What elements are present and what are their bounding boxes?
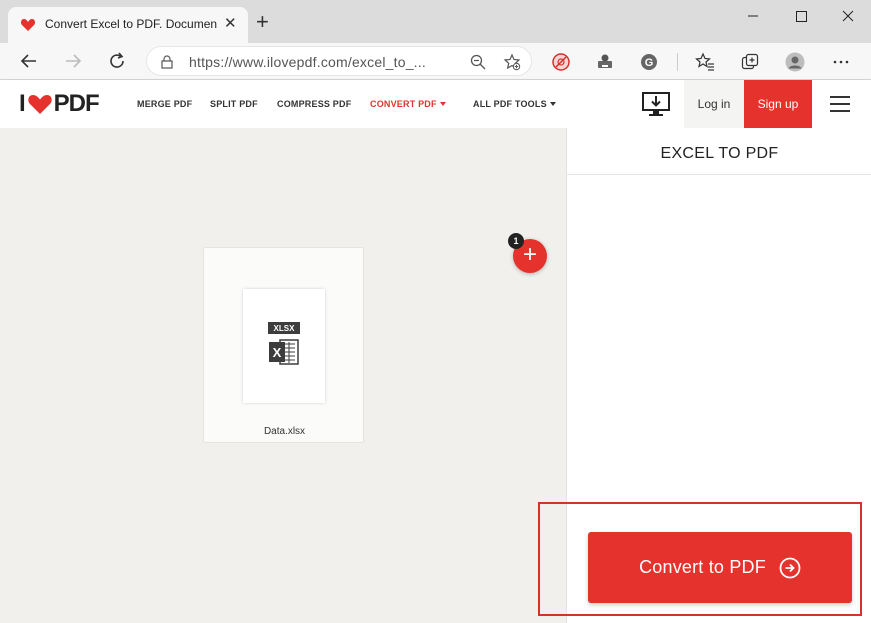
more-options-icon[interactable] <box>831 52 851 72</box>
toolbar-separator <box>677 53 678 71</box>
nav-all-pdf-tools-label: ALL PDF TOOLS <box>473 99 547 109</box>
file-name: Data.xlsx <box>263 426 306 437</box>
add-favorite-icon[interactable] <box>503 53 521 71</box>
logo-prefix: I <box>19 90 26 117</box>
sidebar-divider <box>567 174 871 175</box>
file-workspace: XLSX X Data.xlsx + 1 <box>0 128 566 623</box>
file-count-badge: 1 <box>508 233 524 249</box>
profile-avatar-icon[interactable] <box>785 52 805 72</box>
caret-down-icon <box>439 102 446 106</box>
heart-icon <box>27 95 52 114</box>
logo-suffix: PDF <box>53 90 100 117</box>
file-card[interactable]: XLSX X Data.xlsx <box>203 247 364 443</box>
browser-tab[interactable]: Convert Excel to PDF. Document ✕ <box>8 7 248 43</box>
convert-to-pdf-button[interactable]: Convert to PDF <box>588 532 852 603</box>
refresh-icon[interactable] <box>106 50 128 72</box>
zoom-icon[interactable] <box>469 53 487 71</box>
nav-convert-pdf[interactable]: CONVERT PDF <box>370 99 446 109</box>
close-window-icon[interactable] <box>836 6 860 26</box>
block-extension-icon[interactable] <box>551 52 571 72</box>
nav-all-pdf-tools[interactable]: ALL PDF TOOLS <box>473 99 556 109</box>
url-text[interactable]: https://www.ilovepdf.com/excel_to_... <box>189 54 426 70</box>
login-button[interactable]: Log in <box>684 80 744 128</box>
browser-toolbar: https://www.ilovepdf.com/excel_to_... G <box>0 43 871 80</box>
new-tab-icon[interactable]: + <box>256 11 269 33</box>
svg-text:X: X <box>273 345 282 360</box>
signup-button[interactable]: Sign up <box>744 80 812 128</box>
desktop-download-icon[interactable] <box>641 90 671 118</box>
ilovepdf-logo[interactable]: I PDF <box>19 90 100 117</box>
site-header: I PDF MERGE PDF SPLIT PDF COMPRESS PDF C… <box>0 80 871 128</box>
arrow-right-circle-icon <box>779 557 801 578</box>
file-thumbnail: XLSX X <box>243 289 325 403</box>
menu-icon[interactable] <box>830 96 850 112</box>
minimize-icon[interactable] <box>741 6 765 26</box>
print-extension-icon[interactable] <box>595 52 615 72</box>
address-bar[interactable]: https://www.ilovepdf.com/excel_to_... <box>146 46 532 76</box>
browser-tab-bar: Convert Excel to PDF. Document ✕ + <box>0 0 871 43</box>
lock-icon[interactable] <box>161 55 173 69</box>
back-icon[interactable] <box>18 50 40 72</box>
nav-convert-pdf-label: CONVERT PDF <box>370 99 437 109</box>
svg-text:G: G <box>645 57 654 69</box>
tab-title: Convert Excel to PDF. Document <box>45 17 217 31</box>
svg-text:XLSX: XLSX <box>274 324 296 333</box>
nav-merge-pdf[interactable]: MERGE PDF <box>137 99 192 109</box>
caret-down-icon <box>549 102 556 106</box>
grammarly-icon[interactable]: G <box>639 52 659 72</box>
tool-sidebar: EXCEL TO PDF Convert to PDF <box>538 128 871 623</box>
maximize-icon[interactable] <box>789 6 813 26</box>
convert-button-label: Convert to PDF <box>639 557 766 577</box>
ilovepdf-favicon-icon <box>20 19 36 31</box>
forward-icon[interactable] <box>62 50 84 72</box>
nav-compress-pdf[interactable]: COMPRESS PDF <box>277 99 351 109</box>
collections-icon[interactable] <box>740 52 760 72</box>
favorites-icon[interactable] <box>695 52 715 72</box>
nav-split-pdf[interactable]: SPLIT PDF <box>210 99 258 109</box>
close-tab-icon[interactable]: ✕ <box>224 15 237 33</box>
sidebar-title: EXCEL TO PDF <box>660 145 779 162</box>
xlsx-file-icon: XLSX X <box>268 322 300 365</box>
